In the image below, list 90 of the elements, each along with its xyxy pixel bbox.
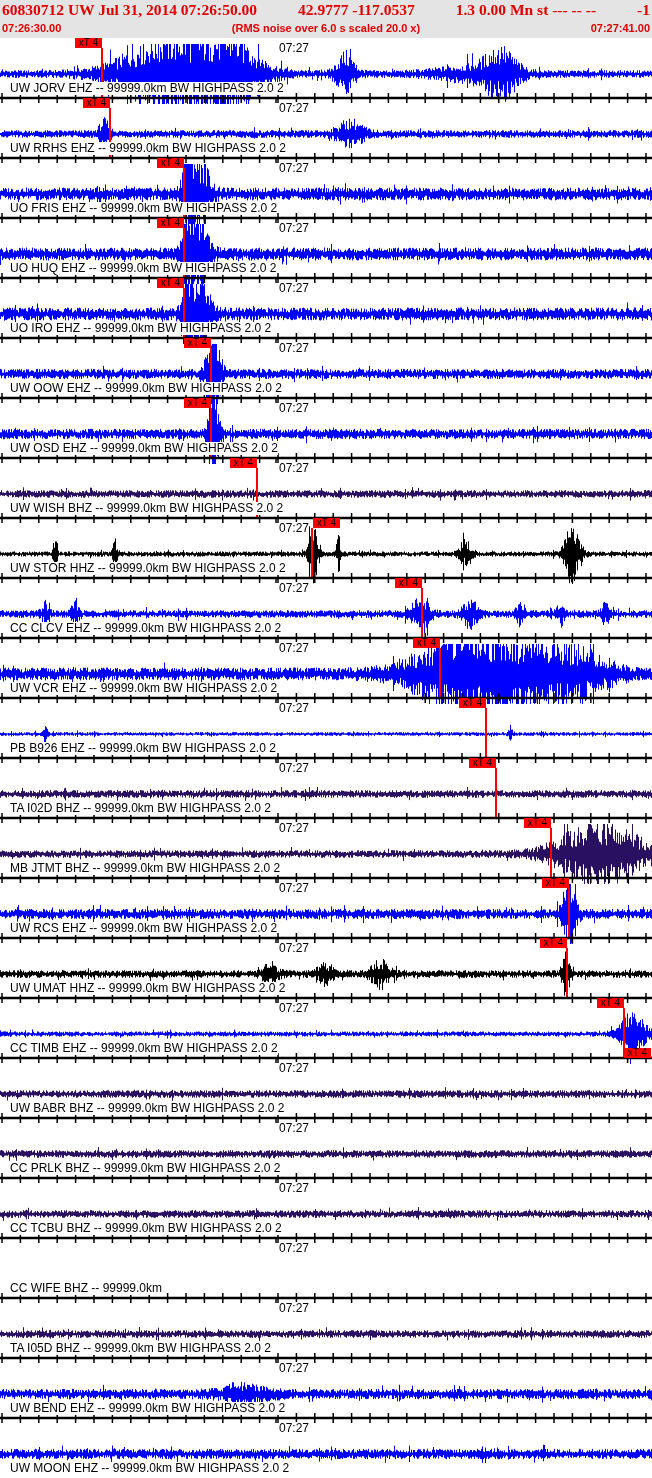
event-title: 1.3 0.00 Mn st --- -- -- [455, 0, 597, 20]
event-title: 42.9777 -117.0537 [298, 0, 415, 20]
time-label: 07:27 [279, 162, 310, 175]
pick-marker: xT 4 [83, 98, 110, 108]
time-label: 07:27 [279, 1302, 310, 1315]
pick-line [439, 648, 441, 698]
station-label: UW BABR BHZ -- 99999.0km BW HIGHPASS 2.0 2 [10, 1102, 285, 1115]
station-label: TA I02D BHZ -- 99999.0km BW HIGHPASS 2.0 2 [10, 802, 271, 815]
time-label: 07:27 [279, 42, 310, 55]
pick-marker: xT 4 [184, 398, 211, 408]
time-label: 07:27 [279, 1362, 310, 1375]
time-label: 07:27 [279, 1242, 310, 1255]
station-label: UW RCS EHZ -- 99999.0km BW HIGHPASS 2.0 2 [10, 922, 278, 935]
pick-line [210, 408, 212, 458]
pick-marker: xT 4 [184, 338, 211, 348]
pick-line [623, 1008, 625, 1058]
pick-marker: xT 4 [542, 878, 569, 888]
pick-line [101, 48, 103, 98]
pick-marker: xT 4 [157, 158, 184, 168]
noise-note: (RMS noise over 6.0 s scaled 20.0 x) [231, 21, 421, 36]
pick-marker: xT 4 [157, 218, 184, 228]
time-label: 07:27 [279, 402, 310, 415]
station-label: UO HUQ EHZ -- 99999.0km BW HIGHPASS 2.0 2 [10, 262, 277, 275]
event-title: 60830712 UW Jul 31, 2014 07:26:50.00 [2, 0, 258, 20]
time-label: 07:27 [279, 1122, 310, 1135]
station-label: UW UMAT HHZ -- 99999.0km BW HIGHPASS 2.0 2 [10, 982, 286, 995]
pick-marker: xT 4 [524, 818, 551, 828]
pick-marker: xT 4 [540, 938, 567, 948]
station-label: UW JORV EHZ -- 99999.0km BW HIGHPASS 2.0 2 [10, 82, 284, 95]
station-label: UO IRO EHZ -- 99999.0km BW HIGHPASS 2.0 2 [10, 322, 272, 335]
time-label: 07:27 [279, 222, 310, 235]
pick-line [311, 528, 313, 578]
time-label: 07:27 [279, 1422, 310, 1435]
time-label: 07:27 [279, 522, 310, 535]
pick-line [109, 108, 111, 158]
pick-line [550, 828, 552, 878]
station-label: CC CLCV EHZ -- 99999.0km BW HIGHPASS 2.0 2 [10, 622, 282, 635]
pick-line [210, 348, 212, 398]
time-label: 07:27 [279, 642, 310, 655]
pick-line [568, 888, 570, 938]
time-label: 07:27 [279, 282, 310, 295]
pick-marker: xT 4 [395, 578, 422, 588]
pick-marker: xT 4 [469, 758, 496, 768]
time-label: 07:27 [279, 762, 310, 775]
pick-line [256, 468, 258, 518]
start-time: 07:26:30.00 [2, 21, 62, 36]
station-label: UW OSD EHZ -- 99999.0km BW HIGHPASS 2.0 2 [10, 442, 278, 455]
station-label: TA I05D BHZ -- 99999.0km BW HIGHPASS 2.0 2 [10, 1342, 271, 1355]
time-label: 07:27 [279, 822, 310, 835]
time-label: 07:27 [279, 342, 310, 355]
station-label: PB B926 EHZ -- 99999.0km BW HIGHPASS 2.0 2 [10, 742, 276, 755]
time-label: 07:27 [279, 702, 310, 715]
time-label: 07:27 [279, 882, 310, 895]
end-time: 07:27:41.00 [590, 21, 650, 36]
time-label: 07:27 [279, 582, 310, 595]
pick-line [421, 588, 423, 638]
pick-line [183, 228, 185, 278]
pick-line [495, 768, 497, 818]
pick-marker: xT 4 [75, 38, 102, 48]
pick-marker: xT 4 [413, 638, 440, 648]
time-label: 07:27 [279, 942, 310, 955]
time-label: 07:27 [279, 1062, 310, 1075]
station-label: CC PRLK BHZ -- 99999.0km BW HIGHPASS 2.0 2 [10, 1162, 281, 1175]
time-label: 07:27 [279, 462, 310, 475]
pick-line [566, 948, 568, 998]
pick-line [183, 168, 185, 218]
pick-line [183, 288, 185, 338]
station-label: UW RRHS EHZ -- 99999.0km BW HIGHPASS 2.0 2 [10, 142, 286, 155]
time-label: 07:27 [279, 102, 310, 115]
station-label: UW BEND EHZ -- 99999.0km BW HIGHPASS 2.0 2 [10, 1402, 286, 1415]
station-label: UW WISH BHZ -- 99999.0km BW HIGHPASS 2.0 2 [10, 502, 284, 515]
station-label: UO FRIS EHZ -- 99999.0km BW HIGHPASS 2.0 2 [10, 202, 278, 215]
station-label: CC TIMB EHZ -- 99999.0km BW HIGHPASS 2.0 2 [10, 1042, 278, 1055]
station-label: UW STOR HHZ -- 99999.0km BW HIGHPASS 2.0 2 [10, 562, 286, 575]
event-title: -1 [637, 0, 650, 20]
station-label: MB JTMT BHZ -- 99999.0km BW HIGHPASS 2.0 2 [10, 862, 281, 875]
pick-line [485, 708, 487, 758]
time-label: 07:27 [279, 1182, 310, 1195]
station-label: CC TCBU BHZ -- 99999.0km BW HIGHPASS 2.0 2 [10, 1222, 282, 1235]
pick-marker: xT 4 [157, 278, 184, 288]
pick-marker: xT 4 [230, 458, 257, 468]
station-label: CC WIFE BHZ -- 99999.0km [10, 1282, 163, 1295]
pick-marker: xT 4 [624, 1048, 651, 1058]
station-label: UW MOON EHZ -- 99999.0km BW HIGHPASS 2.0 2 [10, 1462, 290, 1475]
pick-marker: xT 4 [313, 518, 340, 528]
station-label: UW OOW EHZ -- 99999.0km BW HIGHPASS 2.0 2 [10, 382, 282, 395]
pick-marker: xT 4 [459, 698, 486, 708]
pick-marker: xT 4 [597, 998, 624, 1008]
time-label: 07:27 [279, 1002, 310, 1015]
station-label: UW VCR EHZ -- 99999.0km BW HIGHPASS 2.0 2 [10, 682, 278, 695]
